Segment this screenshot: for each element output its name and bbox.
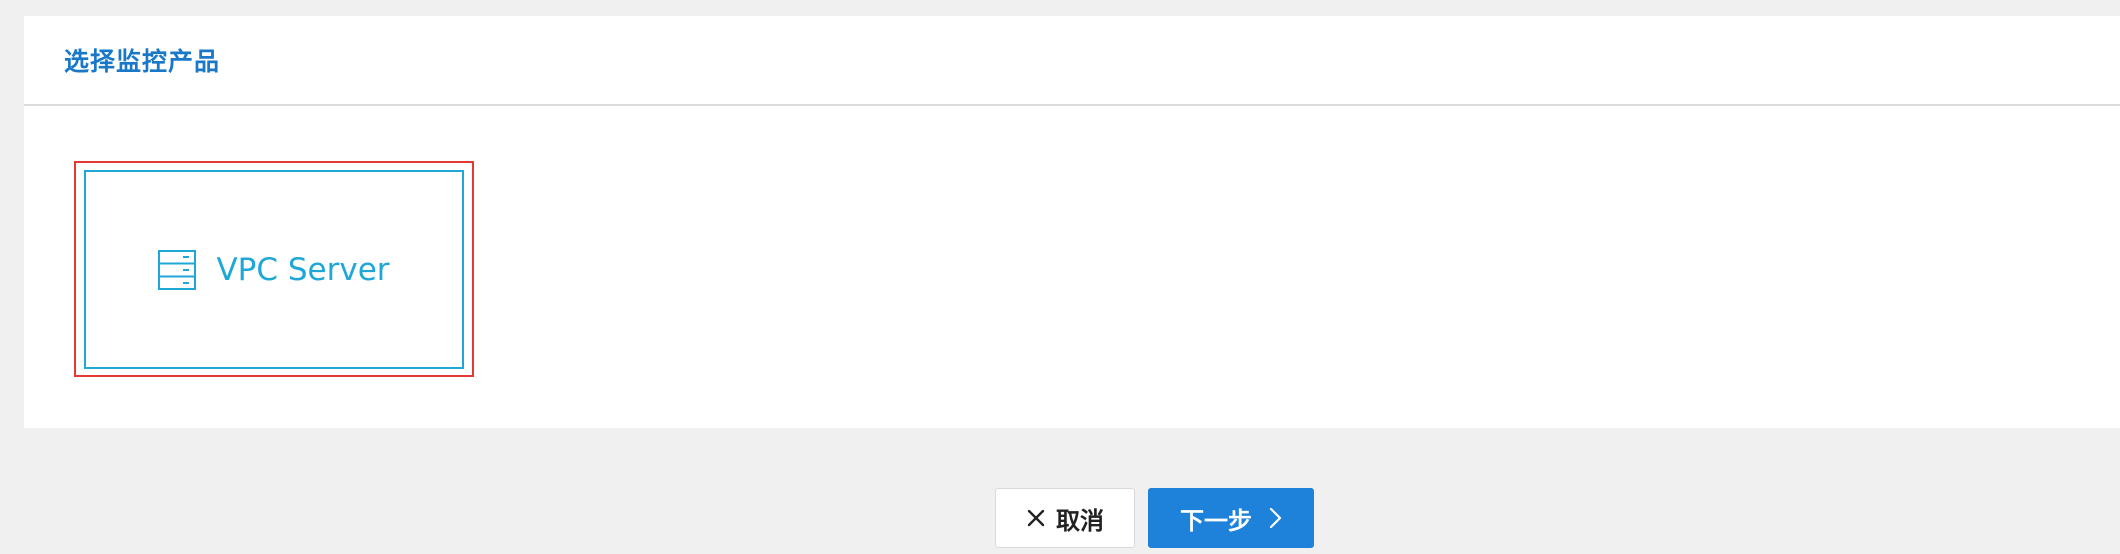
selection-highlight: VPC Server <box>74 161 474 377</box>
product-select-panel: 选择监控产品 VPC Server <box>24 16 2120 428</box>
product-card-label: VPC Server <box>216 251 390 288</box>
next-button-label: 下一步 <box>1180 506 1252 535</box>
action-bar: 取消 下一步 <box>995 488 1314 548</box>
page-title: 选择监控产品 <box>64 47 221 76</box>
next-step-button[interactable]: 下一步 <box>1148 488 1314 548</box>
cancel-button-label: 取消 <box>1056 506 1104 535</box>
panel-header: 选择监控产品 <box>24 16 2120 106</box>
close-icon <box>1026 508 1056 528</box>
server-icon <box>158 249 197 290</box>
cancel-button[interactable]: 取消 <box>995 488 1135 548</box>
chevron-right-icon <box>1252 507 1282 529</box>
product-card-vpc-server[interactable]: VPC Server <box>84 170 464 369</box>
